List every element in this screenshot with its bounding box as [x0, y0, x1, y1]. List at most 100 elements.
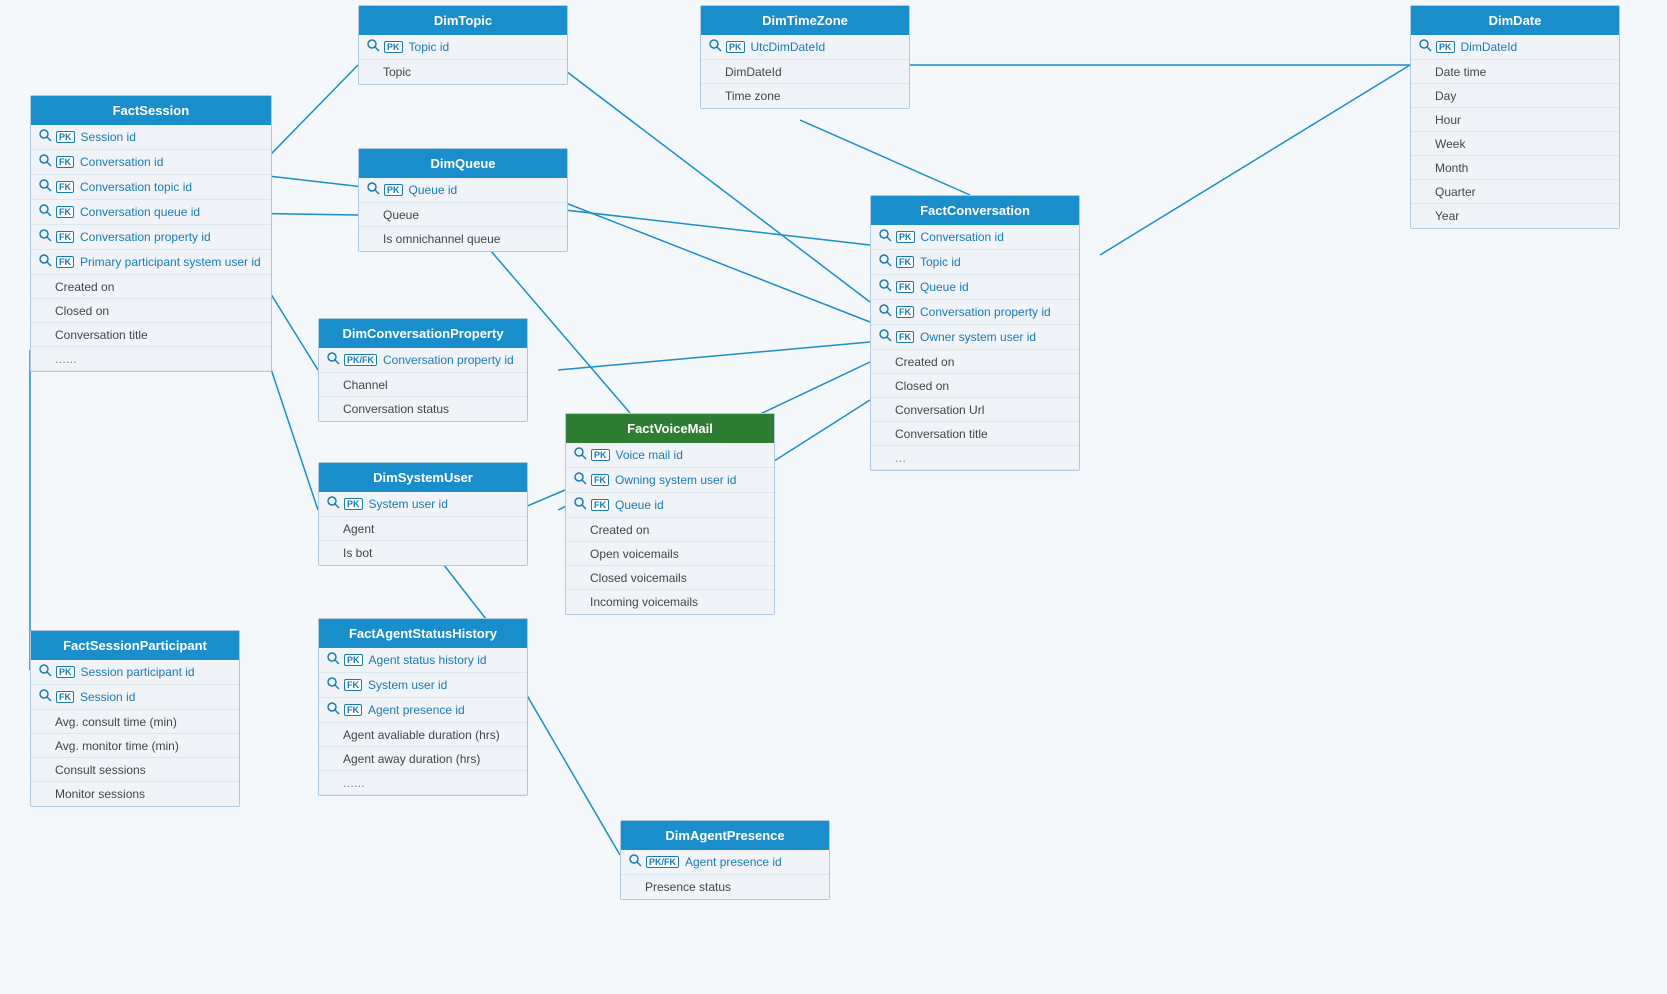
row-label: Primary participant system user id: [80, 255, 261, 269]
table-body-factvoicemail: PKVoice mail idFKOwning system user idFK…: [566, 443, 774, 614]
table-row: Avg. monitor time (min): [31, 734, 239, 758]
table-row: PK/FKAgent presence id: [621, 850, 829, 875]
table-row: Conversation Url: [871, 398, 1079, 422]
table-row: FKOwning system user id: [566, 468, 774, 493]
table-row: FKConversation topic id: [31, 175, 271, 200]
row-label: Session id: [81, 130, 136, 144]
row-label: Conversation topic id: [80, 180, 192, 194]
table-row: FKQueue id: [871, 275, 1079, 300]
table-row: Closed on: [31, 299, 271, 323]
table-row: Closed on: [871, 374, 1079, 398]
key-badge: FK: [591, 499, 609, 511]
table-dimtimezone: DimTimeZonePKUtcDimDateIdDimDateIdTime z…: [700, 5, 910, 109]
table-header-factsession: FactSession: [31, 96, 271, 125]
key-badge: FK: [56, 256, 74, 268]
row-label: Owner system user id: [920, 330, 1036, 344]
table-row: DimDateId: [701, 60, 909, 84]
table-row: Agent avaliable duration (hrs): [319, 723, 527, 747]
table-row: Time zone: [701, 84, 909, 108]
key-icon: [39, 129, 52, 145]
table-row: Day: [1411, 84, 1619, 108]
key-badge: PK: [384, 41, 403, 53]
table-row: Presence status: [621, 875, 829, 899]
row-label: UtcDimDateId: [751, 40, 826, 54]
key-icon: [39, 229, 52, 245]
table-body-dimqueue: PKQueue idQueueIs omnichannel queue: [359, 178, 567, 251]
key-badge: FK: [896, 306, 914, 318]
table-body-factagentstatushistory: PKAgent status history id FK System user i…: [319, 648, 527, 795]
key-badge: FK: [56, 156, 74, 168]
table-row: FK Session id: [31, 685, 239, 710]
key-badge: PK/FK: [344, 354, 377, 366]
table-header-factagentstatushistory: FactAgentStatusHistory: [319, 619, 527, 648]
key-badge: FK: [56, 206, 74, 218]
table-body-dimconversationproperty: PK/FKConversation property idChannelConv…: [319, 348, 527, 421]
table-factsession: FactSession PK Session id FK Conversation id…: [30, 95, 272, 372]
key-badge: FK: [344, 679, 362, 691]
key-badge: FK: [896, 331, 914, 343]
table-factvoicemail: FactVoiceMailPKVoice mail idFKOwning sys…: [565, 413, 775, 615]
key-icon: [367, 182, 380, 198]
key-icon: [39, 689, 52, 705]
table-row: PK Topic id: [359, 35, 567, 60]
table-row: Quarter: [1411, 180, 1619, 204]
table-row: PKQueue id: [359, 178, 567, 203]
table-row: Incoming voicemails: [566, 590, 774, 614]
key-icon: [879, 304, 892, 320]
table-row: PKDimDateId: [1411, 35, 1619, 60]
table-header-factvoicemail: FactVoiceMail: [566, 414, 774, 443]
table-body-dimsystemuser: PKSystem user idAgentIs bot: [319, 492, 527, 565]
key-icon: [327, 496, 340, 512]
row-label: Conversation id: [80, 155, 163, 169]
key-badge: PK: [56, 131, 75, 143]
table-dimqueue: DimQueuePKQueue idQueueIs omnichannel qu…: [358, 148, 568, 252]
table-body-factsessionparticipant: PKSession participant idFKSession idAvg.…: [31, 660, 239, 806]
key-icon: [39, 179, 52, 195]
key-badge: PK: [591, 449, 610, 461]
row-label: Agent status history id: [369, 653, 487, 667]
table-header-dimconversationproperty: DimConversationProperty: [319, 319, 527, 348]
row-label: Queue id: [615, 498, 664, 512]
key-icon: [39, 664, 52, 680]
row-label: System user id: [369, 497, 448, 511]
table-row: Created on: [31, 275, 271, 299]
table-factsessionparticipant: FactSessionParticipantPKSession particip…: [30, 630, 240, 807]
table-row: FK System user id: [319, 673, 527, 698]
row-label: Topic id: [409, 40, 450, 54]
key-badge: PK: [384, 184, 403, 196]
table-header-factconversation: FactConversation: [871, 196, 1079, 225]
row-label: Agent presence id: [685, 855, 782, 869]
key-icon: [574, 472, 587, 488]
key-badge: FK: [344, 704, 362, 716]
table-row: PKAgent status history id: [319, 648, 527, 673]
table-row: Is omnichannel queue: [359, 227, 567, 251]
key-icon: [879, 279, 892, 295]
key-badge: FK: [896, 281, 914, 293]
row-label: Conversation queue id: [80, 205, 200, 219]
key-icon: [709, 39, 722, 55]
key-badge: FK: [56, 691, 74, 703]
row-label: System user id: [368, 678, 447, 692]
table-row: FK Owner system user id: [871, 325, 1079, 350]
table-row: PK UtcDimDateId: [701, 35, 909, 60]
table-row: Closed voicemails: [566, 566, 774, 590]
table-body-dimtimezone: PK UtcDimDateId DimDateIdTime zone: [701, 35, 909, 108]
table-row: Conversation title: [31, 323, 271, 347]
table-dimagentpresence: DimAgentPresencePK/FKAgent presence idPr…: [620, 820, 830, 900]
key-badge: PK: [726, 41, 745, 53]
row-label: Conversation property id: [383, 353, 514, 367]
table-row: PK System user id: [319, 492, 527, 517]
table-row: FK Conversation id: [31, 150, 271, 175]
key-icon: [39, 204, 52, 220]
key-icon: [327, 652, 340, 668]
key-badge: PK: [344, 498, 363, 510]
table-row: Queue: [359, 203, 567, 227]
key-badge: PK: [896, 231, 915, 243]
table-header-dimsystemuser: DimSystemUser: [319, 463, 527, 492]
table-row: FKConversation property id: [871, 300, 1079, 325]
table-row: Conversation title: [871, 422, 1079, 446]
table-row: Is bot: [319, 541, 527, 565]
table-body-factsession: PKSession idFKConversation idFKConversat…: [31, 125, 271, 371]
row-label: Session id: [80, 690, 135, 704]
key-icon: [879, 229, 892, 245]
